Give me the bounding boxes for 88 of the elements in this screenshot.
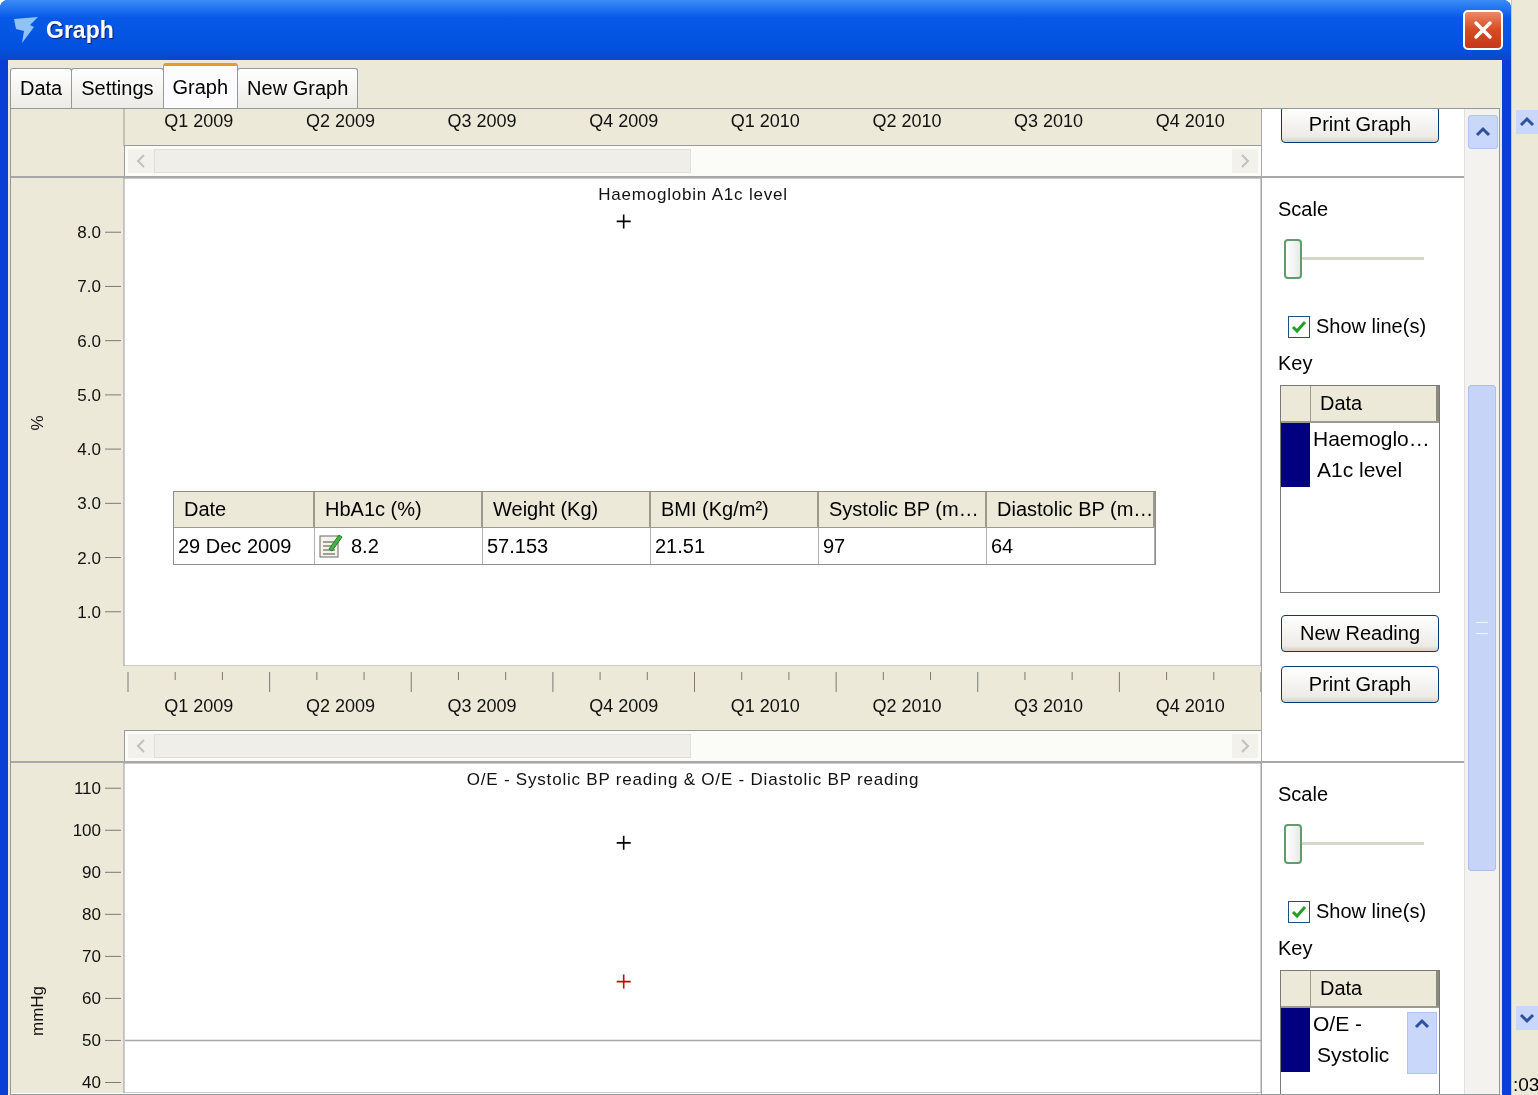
check-icon (1291, 319, 1307, 334)
x-tick-label: Q2 2009 (305, 111, 375, 131)
chevron-down-icon (1518, 1011, 1536, 1025)
y-axis-title: mmHg (28, 985, 47, 1037)
y-tick-label: 80 (82, 905, 101, 925)
key-entry[interactable]: Haemoglo… A1c level (1310, 423, 1430, 487)
tab[interactable]: Settings (71, 68, 164, 108)
x-tick-label: Q2 2009 (305, 696, 375, 716)
new-reading-button[interactable]: New Reading (1281, 615, 1439, 652)
scale-slider[interactable] (1284, 824, 1424, 866)
note-icon (319, 533, 343, 559)
chevron-left-icon (136, 738, 146, 754)
column-header: Data (1311, 386, 1439, 421)
y-tick-label: 7.0 (77, 277, 101, 297)
close-button[interactable] (1463, 10, 1503, 50)
chart-title: O/E - Systolic BP reading & O/E - Diastolic BP reading (466, 770, 920, 789)
table-cell: 29 Dec 2009 (174, 528, 315, 564)
x-tick-label: Q1 2009 (164, 111, 234, 131)
print-graph-button[interactable]: Print Graph (1281, 109, 1439, 143)
key-scrollbar[interactable] (1407, 1012, 1437, 1074)
y-tick-label: 70 (82, 947, 101, 967)
key-label: Key (1278, 937, 1313, 960)
column-header: Date (174, 492, 315, 528)
y-tick-label: 8.0 (77, 223, 101, 243)
chevron-left-icon (136, 153, 146, 169)
y-tick-label: 6.0 (77, 331, 101, 351)
data-point (615, 835, 632, 851)
chart-title: Haemoglobin A1c level (598, 185, 788, 204)
data-point (615, 213, 632, 230)
x-tick-label: Q3 2010 (1014, 696, 1084, 716)
key-entry[interactable]: O/E - Systolic (1310, 1008, 1390, 1072)
x-tick-label: Q4 2010 (1155, 696, 1225, 716)
x-tick-label: Q1 2010 (730, 696, 800, 716)
column-header: Weight (Kg) (483, 492, 651, 528)
check-icon (1291, 904, 1307, 919)
data-point (615, 973, 632, 990)
print-graph-button[interactable]: Print Graph (1281, 666, 1439, 703)
y-tick-label: 60 (82, 989, 101, 1009)
column-header: Diastolic BP (m… (987, 492, 1155, 528)
scale-label: Scale (1278, 783, 1329, 806)
tab[interactable]: Graph (162, 63, 239, 108)
table-cell: 57.153 (483, 528, 651, 564)
x-tick-label: Q3 2009 (447, 111, 517, 131)
y-tick-label: 5.0 (77, 385, 101, 405)
x-tick-label: Q4 2009 (589, 111, 659, 131)
vertical-scrollbar[interactable] (1464, 109, 1499, 1094)
background-text: :03 (1513, 1074, 1538, 1095)
column-header: Data (1311, 971, 1439, 1006)
x-tick-label: Q4 2010 (1155, 111, 1225, 131)
tab[interactable]: Data (10, 68, 73, 108)
app-icon (12, 15, 40, 45)
horizontal-scrollbar[interactable] (125, 146, 1261, 176)
y-tick-label: 3.0 (77, 494, 101, 514)
y-tick-label: 90 (82, 863, 101, 883)
chevron-up-icon (1518, 115, 1536, 129)
x-tick-label: Q1 2010 (730, 111, 800, 131)
show-lines-checkbox[interactable]: Show line(s) (1288, 315, 1427, 338)
column-header: HbA1c (%) (315, 492, 483, 528)
x-tick-label: Q3 2010 (1014, 111, 1084, 131)
column-header: BMI (Kg/m²) (651, 492, 819, 528)
column-header: Systolic BP (m… (819, 492, 987, 528)
show-lines-checkbox[interactable]: Show line(s) (1288, 900, 1427, 923)
horizontal-scrollbar[interactable] (125, 731, 1261, 761)
table-cell: 8.2 (315, 528, 483, 564)
scale-slider[interactable] (1284, 239, 1424, 281)
y-tick-label: 110 (73, 779, 101, 799)
x-tick-label: Q4 2009 (589, 696, 659, 716)
close-icon (1472, 19, 1494, 41)
y-tick-label: 4.0 (77, 440, 101, 460)
y-axis-title: % (28, 415, 47, 431)
x-tick-label: Q2 2010 (872, 111, 942, 131)
x-tick-label: Q3 2009 (447, 696, 517, 716)
table-cell: 97 (819, 528, 987, 564)
window-title: Graph (46, 16, 115, 44)
y-tick-label: 1.0 (77, 602, 101, 622)
y-tick-label: 50 (82, 1031, 101, 1051)
chevron-right-icon (1240, 153, 1250, 169)
y-tick-label: 40 (82, 1073, 101, 1093)
x-tick-label: Q2 2010 (872, 696, 942, 716)
y-tick-label: 100 (72, 821, 101, 841)
table-cell: 21.51 (651, 528, 819, 564)
table-cell: 64 (987, 528, 1155, 564)
key-label: Key (1278, 352, 1313, 375)
y-tick-label: 2.0 (77, 548, 101, 568)
tab[interactable]: New Graph (237, 68, 359, 108)
chevron-right-icon (1240, 738, 1250, 754)
x-tick-label: Q1 2009 (164, 696, 234, 716)
scale-label: Scale (1278, 198, 1329, 221)
